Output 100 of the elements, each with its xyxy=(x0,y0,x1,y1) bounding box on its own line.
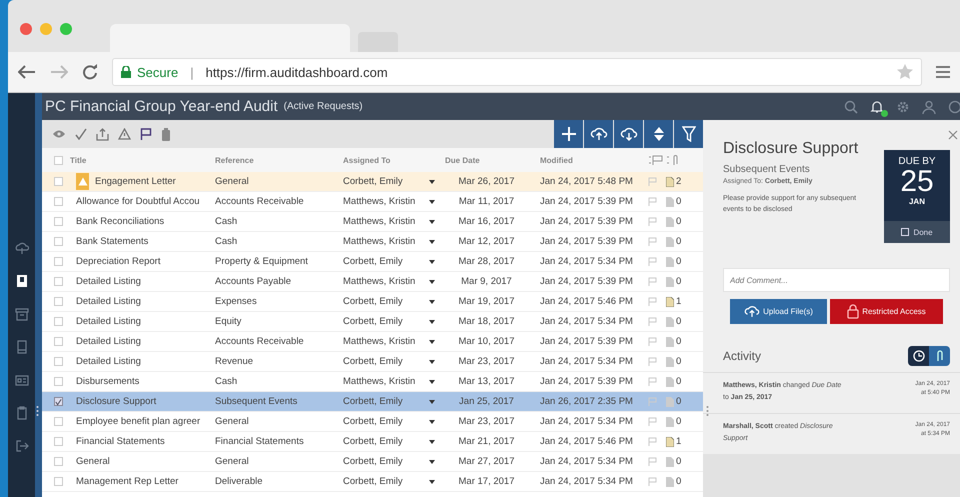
due-date-cell-text: Mar 26, 2017 xyxy=(458,176,516,187)
tablet-icon[interactable] xyxy=(14,340,28,354)
modified-cell-text: Jan 24, 2017 5:39 PM xyxy=(540,376,634,387)
clipboard-icon[interactable] xyxy=(14,406,28,420)
attachment-column-icon[interactable] xyxy=(666,154,680,166)
maximize-dot[interactable] xyxy=(60,23,72,35)
exit-icon[interactable] xyxy=(14,439,28,453)
caret-icon[interactable] xyxy=(429,320,435,324)
table-row[interactable]: Bank Statements Cash Matthews, Kristin Mar 12, 2017 Jan 24, 2017 5:39 PM 0 xyxy=(42,232,703,252)
plus-icon xyxy=(562,127,576,141)
caret-icon[interactable] xyxy=(429,420,435,424)
filter-button[interactable] xyxy=(674,120,703,148)
minimize-dot[interactable] xyxy=(40,23,52,35)
book-icon[interactable] xyxy=(14,274,28,288)
reference-cell-text: Accounts Payable xyxy=(215,276,292,287)
table-row[interactable]: General General Corbett, Emily Mar 27, 2017 Jan 24, 2017 5:34 PM 0 xyxy=(42,452,703,472)
resize-handle-icon[interactable] xyxy=(706,405,709,417)
caret-icon[interactable] xyxy=(429,300,435,304)
file-count: 0 xyxy=(676,256,682,267)
bell-icon[interactable] xyxy=(870,100,884,114)
caret-icon[interactable] xyxy=(429,240,435,244)
clock-icon[interactable] xyxy=(948,100,960,114)
caret-icon[interactable] xyxy=(429,360,435,364)
table-row[interactable]: Financial Statements Financial Statements Corbett, Emily Mar 21, 2017 Jan 24, 2017 5:46 PM 1 xyxy=(42,432,703,452)
upload-files-button[interactable]: Upload File(s) xyxy=(730,299,827,324)
star-icon[interactable] xyxy=(897,64,913,80)
add-button[interactable] xyxy=(554,120,583,148)
caret-icon[interactable] xyxy=(429,200,435,204)
check-icon[interactable] xyxy=(75,128,87,140)
table-row[interactable]: Detailed Listing Revenue Corbett, Emily Mar 23, 2017 Jan 24, 2017 5:34 PM 0 xyxy=(42,352,703,372)
table-row[interactable]: Detailed Listing Equity Corbett, Emily Mar 18, 2017 Jan 24, 2017 5:34 PM 0 xyxy=(42,312,703,332)
title-cell: Detailed Listing xyxy=(76,356,141,367)
assignee-cell-text: Matthews, Kristin xyxy=(343,276,416,287)
reload-icon[interactable] xyxy=(82,64,98,80)
table-row[interactable]: Detailed Listing Accounts Payable Matthews, Kristin Mar 9, 2017 Jan 24, 2017 5:39 PM 0 xyxy=(42,272,703,292)
table-row[interactable]: Detailed Listing Expenses Corbett, Emily Mar 19, 2017 Jan 24, 2017 5:46 PM 1 xyxy=(42,292,703,312)
table-row[interactable]: Disclosure Support Subsequent Events Corbett, Emily Jan 25, 2017 Jan 26, 2017 2:35 PM 0 xyxy=(42,392,703,412)
done-checkbox[interactable]: Done xyxy=(884,221,950,243)
table-row[interactable]: Bank Reconciliations Cash Matthews, Kristin Mar 16, 2017 Jan 24, 2017 5:39 PM 0 xyxy=(42,212,703,232)
file-count: 0 xyxy=(676,356,682,367)
box-icon[interactable] xyxy=(14,307,28,321)
modified-cell-text: Jan 24, 2017 5:34 PM xyxy=(540,476,634,487)
flag-column-icon[interactable] xyxy=(648,155,664,165)
cloud-icon[interactable] xyxy=(14,241,28,255)
cloud-upload-icon xyxy=(744,305,760,318)
caret-icon[interactable] xyxy=(429,260,435,264)
reference-cell-text: General xyxy=(215,416,250,427)
forward-icon[interactable] xyxy=(50,65,68,79)
upload-icon[interactable] xyxy=(96,128,109,140)
attachments-tab[interactable] xyxy=(929,346,950,366)
menu-icon[interactable] xyxy=(936,65,950,79)
title-cell: Employee benefit plan agreer xyxy=(76,416,200,427)
table-row[interactable]: Detailed Listing Accounts Receivable Matthews, Kristin Mar 10, 2017 Jan 24, 2017 5:39 PM 0 xyxy=(42,332,703,352)
lock-icon xyxy=(121,66,131,78)
table-row[interactable]: Engagement Letter General Corbett, Emily Mar 26, 2017 Jan 24, 2017 5:48 PM 2 xyxy=(42,172,703,192)
warning-icon[interactable] xyxy=(118,128,131,140)
caret-icon[interactable] xyxy=(429,400,435,404)
caret-icon[interactable] xyxy=(429,280,435,284)
caret-icon[interactable] xyxy=(429,460,435,464)
history-tab[interactable] xyxy=(908,346,929,366)
search-icon[interactable] xyxy=(844,100,858,114)
caret-icon[interactable] xyxy=(429,180,435,184)
assignee-cell-text: Corbett, Emily xyxy=(343,456,404,467)
back-icon[interactable] xyxy=(18,65,36,79)
table-row[interactable]: Management Rep Letter Deliverable Corbett, Emily Mar 17, 2017 Jan 24, 2017 5:34 PM 0 xyxy=(42,472,703,492)
close-dot[interactable] xyxy=(20,23,32,35)
modified-cell-text: Jan 24, 2017 5:34 PM xyxy=(540,356,634,367)
table-row[interactable]: Allowance for Doubtful Accou Accounts Receivable Matthews, Kristin Mar 11, 2017 Jan 24, 2017 5:39 PM 0 xyxy=(42,192,703,212)
user-icon[interactable] xyxy=(922,100,936,114)
caret-icon[interactable] xyxy=(429,380,435,384)
reference-cell-text: Expenses xyxy=(215,296,258,307)
card-icon[interactable] xyxy=(14,373,28,387)
reference-cell-text: Cash xyxy=(215,376,238,387)
caret-icon[interactable] xyxy=(429,220,435,224)
trash-icon[interactable] xyxy=(161,128,171,140)
eye-icon[interactable] xyxy=(52,129,66,139)
file-count: 0 xyxy=(676,476,682,487)
assignee-cell-text: Matthews, Kristin xyxy=(343,376,416,387)
download-button[interactable] xyxy=(614,120,643,148)
caret-icon[interactable] xyxy=(429,480,435,484)
upload-button[interactable] xyxy=(584,120,613,148)
table-row[interactable]: Employee benefit plan agreer General Corbett, Emily Mar 23, 2017 Jan 24, 2017 5:34 PM 0 xyxy=(42,412,703,432)
row-checkbox[interactable] xyxy=(54,397,63,406)
title-cell: Management Rep Letter xyxy=(76,476,178,487)
flag-icon[interactable] xyxy=(140,128,152,140)
page-title: PC Financial Group Year-end Audit xyxy=(45,98,278,115)
table-row[interactable]: Depreciation Report Property & Equipment Corbett, Emily Mar 28, 2017 Jan 24, 2017 5:34 PM 0 xyxy=(42,252,703,272)
restricted-access-button[interactable]: Restricted Access xyxy=(830,299,943,324)
due-label: DUE BY xyxy=(898,156,936,167)
sort-button[interactable] xyxy=(644,120,673,148)
resize-handle-icon[interactable] xyxy=(36,405,39,417)
address-field[interactable]: Secure | https://firm.auditdashboard.com xyxy=(112,58,922,86)
lock-icon xyxy=(847,304,860,319)
modified-cell-text: Jan 24, 2017 5:34 PM xyxy=(540,416,634,427)
due-date-cell-text: Mar 27, 2017 xyxy=(458,456,516,467)
settings-icon[interactable] xyxy=(896,100,910,114)
select-all-checkbox[interactable] xyxy=(54,156,63,164)
caret-icon[interactable] xyxy=(429,340,435,344)
close-icon[interactable] xyxy=(948,130,958,140)
caret-icon[interactable] xyxy=(429,440,435,444)
